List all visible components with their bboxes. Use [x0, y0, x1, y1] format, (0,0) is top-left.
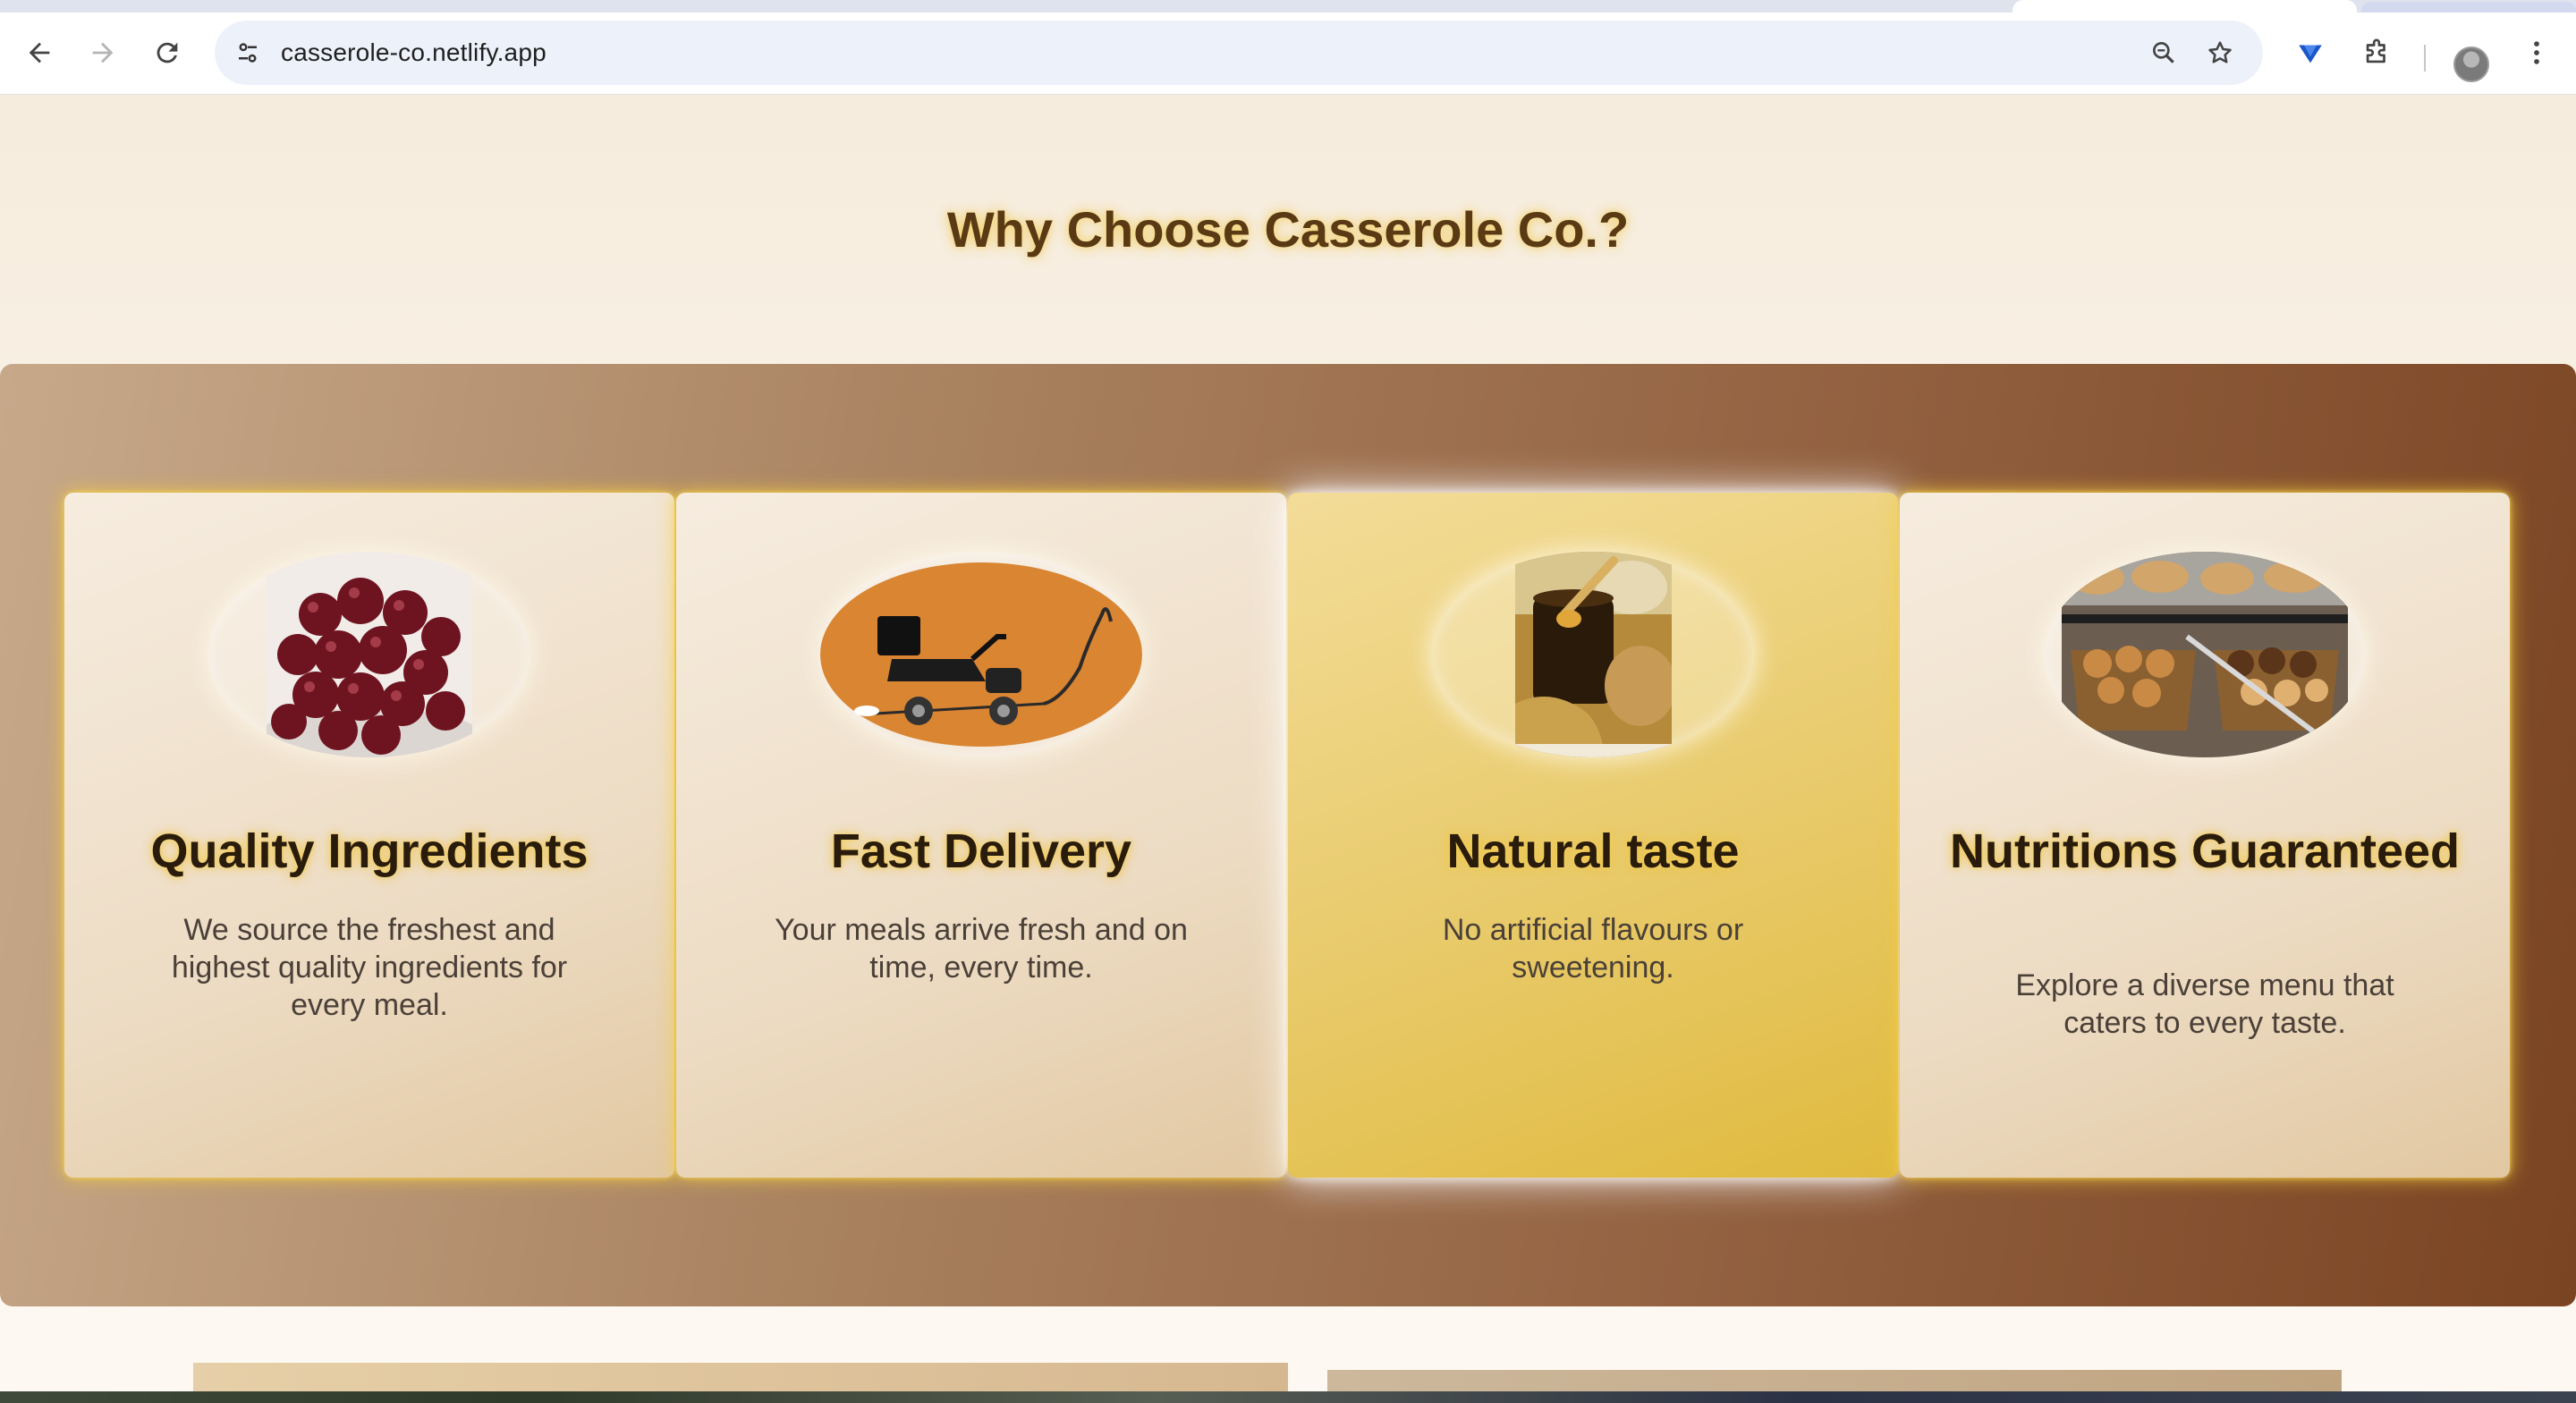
tab-strip	[0, 0, 2576, 13]
card-description: Explore a diverse menu that caters to ev…	[2015, 968, 2394, 1040]
card-description: Your meals arrive fresh and on time, eve…	[775, 913, 1188, 985]
cherries-image	[208, 552, 530, 757]
puzzle-icon	[2366, 38, 2385, 63]
bookmark-button[interactable]	[2202, 35, 2238, 71]
pastries-icon	[2062, 552, 2348, 757]
card-title: Quality Ingredients	[150, 824, 589, 878]
honey-image	[1432, 552, 1754, 757]
active-tab[interactable]	[2012, 0, 2357, 13]
reload-icon	[157, 42, 178, 63]
delivery-scooter-icon	[820, 562, 1142, 747]
back-button[interactable]	[17, 30, 62, 75]
site-info-button[interactable]	[225, 30, 270, 75]
delivery-image	[820, 552, 1142, 757]
page-content: Why Choose Casserole Co.? Quality Ingred…	[0, 95, 2576, 1403]
section-title: Why Choose Casserole Co.?	[946, 201, 1630, 258]
toolbar-separator	[2424, 45, 2426, 72]
tune-icon	[239, 43, 257, 63]
extensions-button[interactable]	[2355, 31, 2398, 74]
forward-button[interactable]	[80, 30, 125, 75]
background-tab[interactable]	[2361, 2, 2576, 13]
feature-card-delivery[interactable]: Fast Delivery Your meals arrive fresh an…	[676, 493, 1286, 1178]
card-title: Nutritions Guaranteed	[1949, 824, 2461, 878]
card-description: We source the freshest and highest quali…	[171, 913, 568, 1022]
desktop-background-strip	[0, 1391, 2576, 1403]
feature-card-quality[interactable]: Quality Ingredients We source the freshe…	[64, 493, 674, 1178]
features-band: Quality Ingredients We source the freshe…	[0, 364, 2576, 1306]
honey-jar-icon	[1514, 552, 1672, 757]
profile-avatar[interactable]	[2453, 46, 2489, 82]
feature-card-natural[interactable]: Natural taste No artificial flavours or …	[1288, 493, 1898, 1178]
diamond-icon	[2299, 45, 2322, 63]
star-icon	[2208, 41, 2232, 63]
url-text[interactable]: casserole-co.netlify.app	[281, 38, 547, 67]
address-bar[interactable]: casserole-co.netlify.app	[215, 21, 2263, 85]
card-title: Fast Delivery	[830, 824, 1132, 878]
feature-card-nutrition[interactable]: Nutritions Guaranteed Explore a diverse …	[1900, 493, 2510, 1178]
browser-toolbar: casserole-co.netlify.app	[0, 13, 2576, 95]
pinned-extension-button[interactable]	[2289, 31, 2332, 74]
card-description: No artificial flavours or sweetening.	[1442, 913, 1744, 985]
arrow-right-icon	[92, 42, 114, 63]
reload-button[interactable]	[145, 30, 190, 75]
cherries-icon	[267, 552, 472, 757]
arrow-left-icon	[29, 42, 50, 63]
browser-menu-button[interactable]	[2515, 31, 2558, 74]
pastries-image	[2044, 552, 2366, 757]
zoom-button[interactable]	[2146, 35, 2182, 71]
zoom-icon	[2153, 41, 2174, 63]
card-title: Natural taste	[1446, 824, 1740, 878]
kebab-menu-icon	[2534, 41, 2539, 64]
